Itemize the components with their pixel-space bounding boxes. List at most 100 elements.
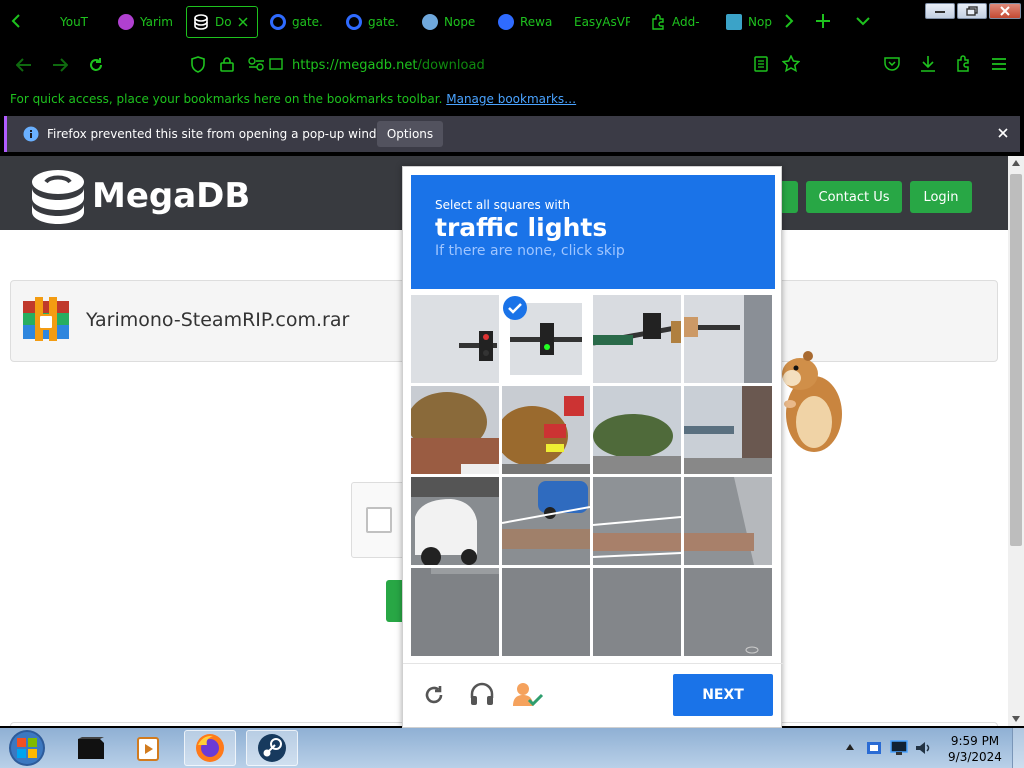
tab-label: YouT [60, 15, 89, 29]
taskbar-app-firefox[interactable] [184, 730, 236, 766]
windows-taskbar: 9:59 PM 9/3/2024 [0, 728, 1024, 768]
tab-megadb-download[interactable]: Do [186, 6, 258, 38]
start-button-icon[interactable] [6, 728, 48, 768]
reward-icon [498, 14, 514, 30]
captcha-tile[interactable] [502, 568, 590, 656]
tab-steamrip[interactable]: Yarim [118, 6, 176, 38]
close-notification-icon[interactable] [997, 127, 1009, 139]
manage-bookmarks-link[interactable]: Manage bookmarks… [446, 92, 576, 106]
taskbar-app-steam[interactable] [246, 730, 298, 766]
forward-icon[interactable] [52, 58, 68, 72]
audio-challenge-icon[interactable] [469, 682, 495, 706]
options-button[interactable]: Options [377, 121, 443, 147]
bookmarks-toolbar: For quick access, place your bookmarks h… [0, 86, 1024, 114]
robot-icon [422, 14, 438, 30]
reload-challenge-icon[interactable] [423, 684, 445, 706]
system-clock[interactable]: 9:59 PM 9/3/2024 [942, 733, 1008, 765]
tab-scroll-left-icon[interactable] [10, 14, 22, 28]
captcha-tile[interactable] [684, 295, 772, 383]
url-bar[interactable]: https://megadb.net/download [292, 58, 485, 73]
captcha-tile[interactable] [593, 295, 681, 383]
tab-label: gate. [292, 15, 323, 29]
scroll-up-icon[interactable] [1012, 160, 1020, 166]
captcha-tile[interactable] [411, 295, 499, 383]
captcha-target: traffic lights [435, 213, 608, 242]
terminal-icon [78, 737, 104, 759]
media-player-icon [137, 737, 159, 761]
youtube-icon [38, 14, 54, 30]
show-desktop-button[interactable] [1012, 728, 1024, 768]
restore-window-button[interactable] [957, 3, 987, 19]
show-hidden-icons-icon[interactable] [846, 744, 854, 750]
shield-icon[interactable] [190, 56, 206, 74]
tab-nope-1[interactable]: Nope [422, 6, 478, 38]
captcha-tile[interactable] [502, 477, 590, 565]
tab-label: Rewa [520, 15, 552, 29]
tab-scroll-right-icon[interactable] [783, 14, 795, 28]
popup-blocked-notification: Firefox prevented this site from opening… [4, 116, 1020, 152]
accessibility-icon[interactable] [513, 682, 545, 708]
pocket-icon[interactable] [884, 56, 900, 72]
permissions-icon[interactable] [248, 57, 284, 71]
bot-icon [726, 14, 742, 30]
firefox-icon [196, 734, 224, 762]
captcha-tile[interactable] [684, 386, 772, 474]
tab-gate-2[interactable]: gate. [346, 6, 406, 38]
gate-icon [346, 14, 362, 30]
tab-add-ons[interactable]: Add- [650, 6, 706, 38]
extensions-icon[interactable] [956, 55, 972, 72]
new-tab-icon[interactable] [816, 14, 830, 28]
volume-icon[interactable] [914, 740, 932, 756]
scrollbar-thumb[interactable] [1010, 174, 1022, 546]
scroll-down-icon[interactable] [1012, 716, 1020, 722]
puzzle-icon [650, 14, 666, 30]
downloads-icon[interactable] [920, 55, 936, 73]
info-icon [23, 126, 39, 142]
captcha-tile[interactable] [593, 386, 681, 474]
close-window-button[interactable] [989, 3, 1021, 19]
tray-app-icon[interactable] [866, 740, 882, 756]
file-name: Yarimono-SteamRIP.com.rar [86, 309, 350, 331]
taskbar-app-terminal[interactable] [64, 730, 116, 766]
tab-youtube[interactable]: YouT [38, 6, 100, 38]
menu-icon[interactable] [992, 58, 1006, 70]
megadb-icon [193, 14, 209, 30]
logo-text: MegaDB [92, 176, 251, 216]
captcha-tile[interactable] [411, 568, 499, 656]
next-button[interactable]: NEXT [673, 674, 773, 716]
recaptcha-checkbox[interactable] [366, 507, 392, 533]
list-all-tabs-icon[interactable] [856, 16, 870, 26]
back-icon[interactable] [16, 58, 32, 72]
bookmark-star-icon[interactable] [782, 55, 800, 73]
site-logo[interactable]: MegaDB [30, 168, 250, 224]
navigation-toolbar: https://megadb.net/download [0, 44, 1024, 86]
steamrip-icon [118, 14, 134, 30]
taskbar-app-media-player[interactable] [122, 730, 174, 766]
captcha-tile[interactable] [411, 386, 499, 474]
tab-reward[interactable]: Rewa [498, 6, 552, 38]
notification-text: Firefox prevented this site from opening… [47, 127, 397, 141]
captcha-tile[interactable] [593, 477, 681, 565]
network-icon[interactable] [890, 740, 908, 756]
login-button[interactable]: Login [910, 181, 972, 213]
reader-view-icon[interactable] [754, 56, 768, 72]
captcha-tile[interactable] [502, 386, 590, 474]
minimize-window-button[interactable] [925, 3, 955, 19]
reload-icon[interactable] [88, 57, 104, 73]
captcha-header: Select all squares with traffic lights I… [411, 175, 775, 289]
captcha-tile[interactable] [684, 568, 772, 656]
lock-icon[interactable] [220, 56, 234, 72]
close-tab-icon[interactable] [238, 17, 248, 27]
tab-gate-1[interactable]: gate. [270, 6, 330, 38]
url-path: /download [417, 58, 485, 73]
captcha-tile[interactable] [411, 477, 499, 565]
tab-easyasvps[interactable]: EasyAsVPS [574, 6, 630, 38]
captcha-instruction: Select all squares with [435, 198, 571, 212]
tab-nope-2[interactable]: Nop [726, 6, 772, 38]
captcha-tile[interactable] [593, 568, 681, 656]
contact-us-button[interactable]: Contact Us [806, 181, 902, 213]
selected-checkmark-icon [502, 295, 528, 321]
captcha-tile[interactable] [684, 477, 772, 565]
page-scrollbar[interactable] [1008, 156, 1024, 726]
captcha-hint: If there are none, click skip [435, 243, 625, 259]
